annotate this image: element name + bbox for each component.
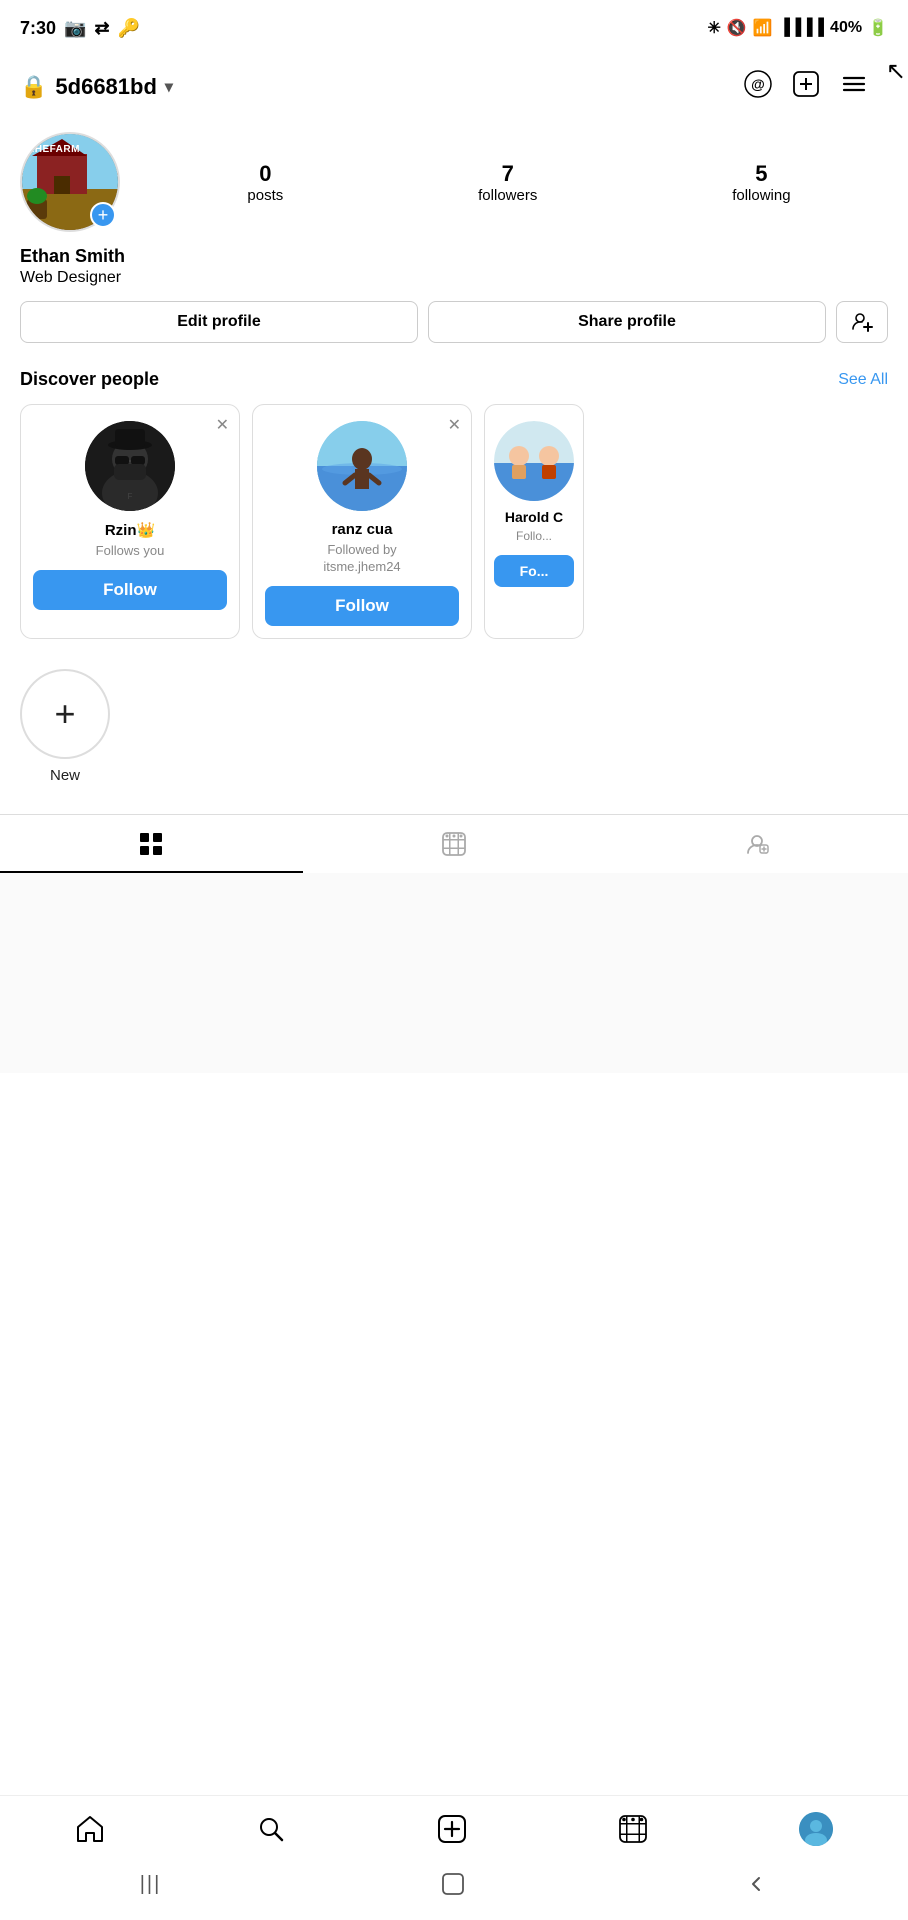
bluetooth-icon: ✳ [707, 18, 720, 38]
nav-reels-icon [618, 1814, 648, 1844]
discover-title: Discover people [20, 369, 159, 390]
home-icon [75, 1814, 105, 1844]
share-profile-button[interactable]: Share profile [428, 301, 826, 343]
status-right: ✳ 🔇 📶 ▐▐▐▐ 40% 🔋 [707, 18, 888, 38]
svg-text:@: @ [751, 76, 765, 92]
following-label: following [732, 187, 790, 204]
new-story-button[interactable]: + [20, 669, 110, 759]
discover-card-3: Harold C Follo... Fo... [484, 404, 584, 639]
username-label[interactable]: 5d6681bd [55, 74, 157, 100]
card-sub-3: Follo... [494, 529, 574, 545]
nav-home[interactable] [71, 1810, 109, 1848]
tab-tagged[interactable] [605, 815, 908, 873]
sim-icon: ⇄ [94, 18, 109, 39]
discover-card-2: ✕ ranz cua Followed by i [252, 404, 472, 639]
sys-back-icon [744, 1872, 768, 1896]
header: 🔒 5d6681bd ▾ @ ↖ [0, 52, 908, 122]
nav-profile[interactable] [795, 1808, 837, 1850]
edit-profile-button[interactable]: Edit profile [20, 301, 418, 343]
camera-icon: 📷 [64, 18, 86, 39]
card-name-3: Harold C [494, 509, 574, 525]
nav-reels[interactable] [614, 1810, 652, 1848]
card-name-1: Rzin👑 [105, 521, 155, 539]
tagged-icon [744, 831, 770, 857]
nav-search[interactable] [252, 1810, 290, 1848]
lock-icon: 🔒 [20, 74, 47, 100]
threads-icon[interactable]: @ [744, 70, 772, 105]
battery-icon: 🔋 [868, 18, 888, 38]
profile-name: Ethan Smith [20, 246, 888, 267]
card-avatar-1: F [85, 421, 175, 511]
followers-label: followers [478, 187, 537, 204]
tab-reels[interactable] [303, 815, 606, 873]
mute-icon: 🔇 [727, 18, 747, 38]
svg-text:KHEFARM: KHEFARM [27, 144, 80, 155]
following-count: 5 [755, 161, 767, 187]
nav-add[interactable] [433, 1810, 471, 1848]
bottom-nav-items [0, 1796, 908, 1856]
card-avatar-2 [317, 421, 407, 511]
header-right: @ ↖ [744, 70, 888, 105]
grid-icon [138, 831, 164, 857]
following-stat[interactable]: 5 following [732, 161, 790, 204]
status-time: 7:30 [20, 18, 56, 39]
close-card-1-button[interactable]: ✕ [216, 415, 229, 435]
sys-menu-icon: ||| [140, 1873, 162, 1896]
profile-bio: Web Designer [20, 269, 888, 287]
followers-count: 7 [502, 161, 514, 187]
sys-nav-home[interactable] [437, 1868, 469, 1900]
bottom-nav: ||| [0, 1795, 908, 1920]
new-story: + New [20, 669, 110, 784]
see-all-button[interactable]: See All [838, 371, 888, 389]
follow-button-1[interactable]: Follow [33, 570, 227, 610]
sys-home-icon [441, 1872, 465, 1896]
wifi-icon: 📶 [753, 18, 773, 38]
content-tab-bar [0, 814, 908, 873]
sys-nav-back[interactable] [740, 1868, 772, 1900]
battery-level: 40% [830, 19, 862, 37]
posts-count: 0 [259, 161, 271, 187]
discover-card-1: ✕ [20, 404, 240, 639]
add-avatar-button[interactable]: + [90, 202, 116, 228]
signal-icon: ▐▐▐▐ [779, 19, 824, 37]
posts-label: posts [247, 187, 283, 204]
svg-text:F: F [128, 492, 133, 501]
discover-header: Discover people See All [20, 369, 888, 390]
story-section: + New [0, 649, 908, 794]
follow-button-2[interactable]: Follow [265, 586, 459, 626]
discover-cards: ✕ [20, 404, 888, 639]
profile-top: KHEFARM + 0 posts 7 followers 5 fo [20, 132, 888, 232]
tab-grid[interactable] [0, 815, 303, 873]
status-bar: 7:30 📷 ⇄ 🔑 ✳ 🔇 📶 ▐▐▐▐ 40% 🔋 [0, 0, 908, 52]
posts-stat[interactable]: 0 posts [247, 161, 283, 204]
new-story-label: New [50, 767, 80, 784]
card-sub-2: Followed by itsme.jhem24 [323, 542, 400, 576]
search-icon [256, 1814, 286, 1844]
menu-icon[interactable] [840, 70, 868, 105]
add-post-icon[interactable] [792, 70, 820, 105]
followers-stat[interactable]: 7 followers [478, 161, 537, 204]
reels-icon [441, 831, 467, 857]
profile-buttons: Edit profile Share profile [20, 301, 888, 343]
nav-profile-avatar [799, 1812, 833, 1846]
key-icon: 🔑 [118, 18, 140, 39]
card-avatar-3 [494, 421, 574, 501]
card-sub-1: Follows you [96, 543, 165, 560]
profile-section: KHEFARM + 0 posts 7 followers 5 fo [0, 122, 908, 359]
add-friend-button[interactable] [836, 301, 888, 343]
card-name-2: ranz cua [332, 521, 393, 538]
add-icon [437, 1814, 467, 1844]
avatar-container[interactable]: KHEFARM + [20, 132, 120, 232]
close-card-2-button[interactable]: ✕ [448, 415, 461, 435]
grid-empty [0, 873, 908, 1073]
system-nav: ||| [0, 1856, 908, 1920]
chevron-down-icon[interactable]: ▾ [165, 77, 173, 97]
header-left[interactable]: 🔒 5d6681bd ▾ [20, 74, 173, 100]
discover-section: Discover people See All ✕ [0, 359, 908, 649]
profile-stats: 0 posts 7 followers 5 following [150, 161, 888, 204]
sys-nav-menu[interactable]: ||| [136, 1869, 166, 1900]
follow-button-3[interactable]: Fo... [494, 555, 574, 587]
avatar-mask-image: F [85, 421, 175, 511]
status-left: 7:30 📷 ⇄ 🔑 [20, 18, 140, 39]
